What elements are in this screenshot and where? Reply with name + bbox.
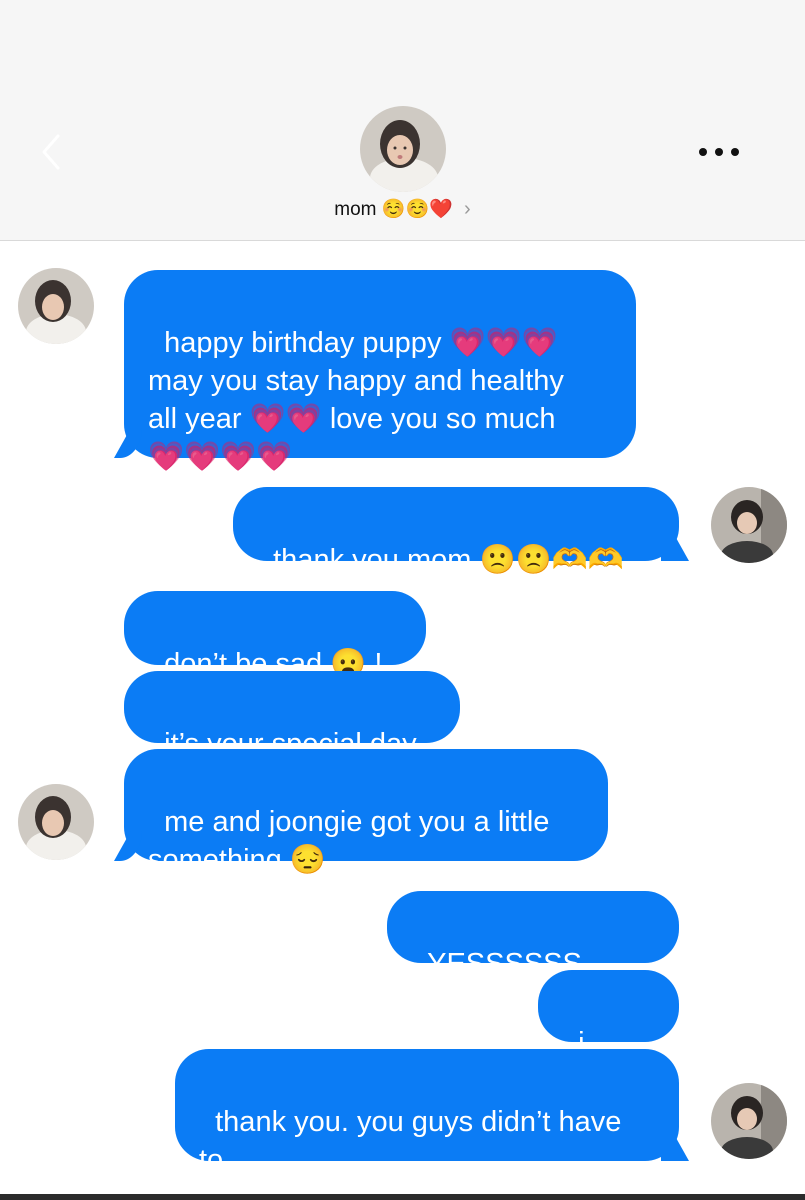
- bottom-divider: [0, 1194, 805, 1200]
- back-chevron-icon[interactable]: [36, 132, 66, 172]
- contact-name: mom: [334, 199, 377, 220]
- message-bubble[interactable]: i mean: [538, 970, 679, 1097]
- contact-name-emojis: ☺️☺️❤️: [381, 199, 453, 220]
- message-bubble[interactable]: me and joongie got you a little somethin…: [124, 749, 608, 876]
- user-avatar: [711, 487, 787, 563]
- conversation-header: mom ☺️☺️❤️ ›: [0, 0, 805, 241]
- message-text: thank you. you guys didn’t have to.: [199, 1106, 622, 1176]
- contact-name-row[interactable]: mom ☺️☺️❤️ ›: [0, 197, 805, 221]
- message-bubble[interactable]: thank you mom 🙁🙁🫶🫶: [233, 487, 679, 576]
- message-text: thank you mom 🙁🙁🫶🫶: [273, 544, 624, 576]
- user-avatar: [711, 1083, 787, 1159]
- more-options-icon[interactable]: [696, 144, 742, 160]
- message-text: me and joongie got you a little somethin…: [148, 806, 550, 876]
- message-bubble[interactable]: happy birthday puppy 💗💗💗 may you stay ha…: [124, 270, 636, 473]
- message-bubble[interactable]: thank you. you guys didn’t have to.: [175, 1049, 679, 1176]
- mom-avatar: [18, 784, 94, 860]
- chevron-right-icon: ›: [464, 198, 471, 220]
- mom-avatar: [18, 268, 94, 344]
- message-bubble[interactable]: don’t be sad 😦 !: [124, 591, 426, 680]
- message-bubble[interactable]: YESSSSSS FUCK: [387, 891, 679, 1018]
- contact-avatar[interactable]: [360, 106, 446, 192]
- message-text: happy birthday puppy 💗💗💗 may you stay ha…: [148, 327, 564, 473]
- message-bubble[interactable]: it’s your special day: [124, 671, 460, 760]
